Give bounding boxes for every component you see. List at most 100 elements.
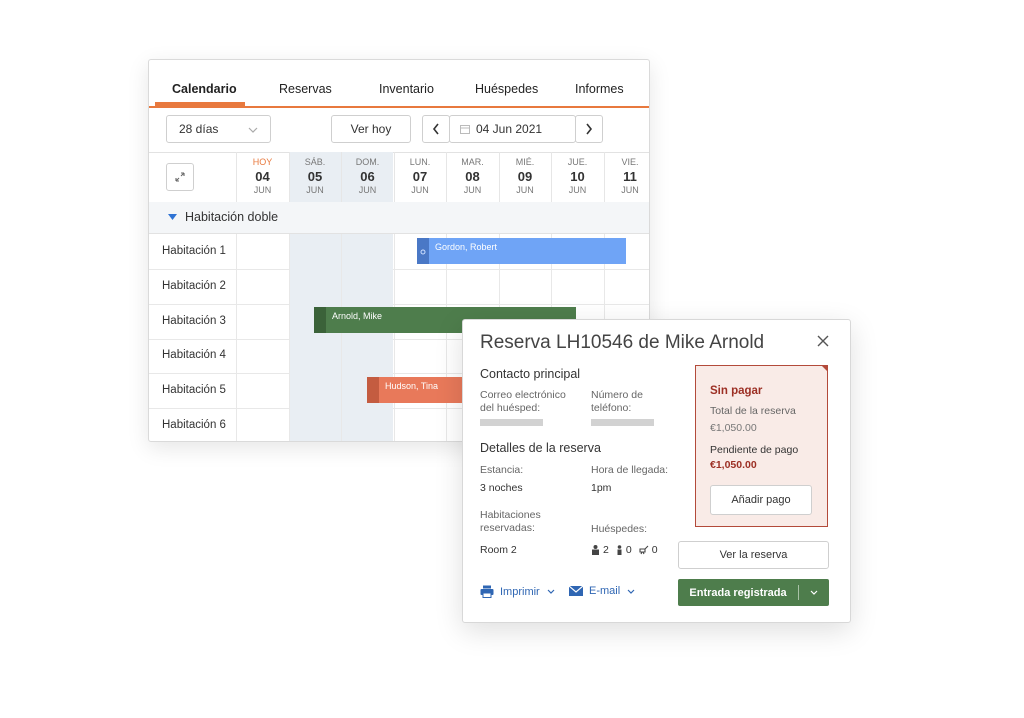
view-booking-button[interactable]: Ver la reserva [678, 541, 829, 569]
calendar-cell[interactable] [341, 234, 393, 269]
calendar-cell[interactable] [498, 268, 551, 304]
email-link[interactable]: E-mail [569, 585, 635, 597]
close-icon[interactable] [817, 335, 829, 347]
calendar-cell[interactable] [393, 268, 446, 304]
day-column-04: HOY 04 JUN [236, 152, 288, 202]
print-link[interactable]: Imprimir [480, 585, 555, 598]
room-group-row[interactable]: Habitación doble [149, 202, 649, 234]
day-name: DOM. [355, 157, 380, 167]
corner-flag-icon [821, 365, 828, 372]
room-label: Habitación 2 [162, 279, 226, 292]
search-icon [420, 249, 426, 255]
payment-status-box: Sin pagar Total de la reserva €1,050.00 … [695, 365, 828, 527]
date-picker[interactable]: 04 Jun 2021 [449, 115, 576, 143]
calendar-cell[interactable] [236, 408, 288, 441]
calendar-cell[interactable] [288, 268, 341, 304]
pending-value: €1,050.00 [710, 459, 757, 471]
tab-huespedes[interactable]: Huéspedes [475, 82, 538, 96]
day-number: 08 [465, 169, 480, 184]
calendar-cell[interactable] [288, 234, 341, 269]
phone-redacted [591, 419, 654, 426]
booking-guest-name: Gordon, Robert [435, 242, 498, 252]
tab-inventario[interactable]: Inventario [379, 82, 434, 96]
contact-section-title: Contacto principal [480, 367, 581, 381]
chevron-down-icon [248, 127, 258, 133]
day-name: HOY [252, 157, 273, 167]
date-value: 04 Jun 2021 [476, 122, 543, 136]
room-row: Habitación 2 [149, 268, 650, 305]
booking-handle[interactable] [314, 307, 326, 333]
booking-bar-gordon[interactable]: Gordon, Robert [417, 238, 626, 264]
room-label: Habitación 4 [162, 349, 226, 362]
infant-icon [639, 545, 649, 555]
checkin-button[interactable]: Entrada registrada [678, 579, 798, 606]
guests-label: Huéspedes: [591, 523, 648, 535]
chevron-down-icon [810, 590, 818, 595]
calendar-cell[interactable] [603, 268, 650, 304]
range-select[interactable]: 28 días [166, 115, 271, 143]
stay-value: 3 noches [480, 482, 523, 494]
day-number: 09 [517, 169, 533, 184]
tab-informes[interactable]: Informes [575, 82, 624, 96]
calendar-cell[interactable] [446, 268, 498, 304]
envelope-icon [569, 586, 583, 596]
adult-icon [592, 545, 599, 555]
calendar-cell[interactable] [288, 373, 341, 409]
calendar-icon [460, 125, 470, 134]
email-redacted [480, 419, 543, 426]
popup-title: Reserva LH10546 de Mike Arnold [480, 332, 765, 353]
room-label: Habitación 1 [162, 245, 226, 257]
calendar-cell[interactable] [236, 303, 288, 339]
calendar-cell[interactable] [236, 373, 288, 409]
booking-handle[interactable] [367, 377, 379, 403]
phone-label: Número de teléfono: [591, 389, 643, 414]
calendar-cell[interactable] [341, 408, 393, 441]
calendar-cell[interactable] [551, 268, 603, 304]
calendar-toolbar: 28 días Ver hoy 04 Jun 2021 [149, 108, 649, 153]
day-name: JUE. [567, 157, 588, 167]
checkin-menu-button[interactable] [799, 579, 829, 606]
payment-status: Sin pagar [710, 385, 763, 397]
day-number: 04 [255, 169, 270, 184]
stay-label: Estancia: [480, 464, 524, 476]
add-payment-button[interactable]: Añadir pago [710, 485, 812, 515]
day-column-06: DOM. 06 JUN [341, 152, 393, 202]
day-number: 05 [307, 169, 323, 184]
calendar-cell[interactable] [288, 338, 341, 374]
booking-bar-hudson[interactable]: Hudson, Tina [367, 377, 477, 403]
today-button[interactable]: Ver hoy [331, 115, 411, 143]
day-month: JUN [568, 185, 587, 195]
calendar-cell[interactable] [393, 338, 446, 374]
day-name: MAR. [461, 157, 484, 167]
calendar-cell[interactable] [393, 408, 446, 441]
calendar-cell[interactable] [236, 268, 288, 304]
calendar-cell[interactable] [288, 408, 341, 441]
chevron-right-icon [586, 123, 593, 135]
email-label-link: E-mail [589, 585, 621, 597]
arrival-value: 1pm [591, 482, 612, 494]
day-number: 07 [412, 169, 428, 184]
active-tab-indicator [155, 102, 245, 106]
day-month: JUN [253, 185, 272, 195]
tab-calendario[interactable]: Calendario [172, 82, 237, 96]
calendar-cell[interactable] [341, 338, 393, 374]
day-name: SÁB. [304, 157, 326, 167]
arrival-label: Hora de llegada: [591, 464, 669, 476]
prev-date-button[interactable] [422, 115, 450, 143]
chevron-down-icon [547, 589, 555, 594]
adults-count: 2 [603, 544, 609, 556]
day-month: JUN [306, 185, 324, 195]
expand-button[interactable] [166, 163, 194, 191]
next-date-button[interactable] [575, 115, 603, 143]
calendar-cell[interactable] [236, 338, 288, 374]
day-column-09: MIÉ. 09 JUN [498, 152, 551, 202]
calendar-cell[interactable] [341, 268, 393, 304]
tab-reservas[interactable]: Reservas [279, 82, 332, 96]
day-column-08: MAR. 08 JUN [446, 152, 498, 202]
day-month: JUN [411, 185, 429, 195]
details-section-title: Detalles de la reserva [480, 441, 601, 455]
range-select-value: 28 días [179, 122, 219, 136]
total-value: €1,050.00 [710, 422, 757, 434]
calendar-cell[interactable] [236, 234, 288, 269]
booking-guest-name: Arnold, Mike [332, 311, 383, 321]
